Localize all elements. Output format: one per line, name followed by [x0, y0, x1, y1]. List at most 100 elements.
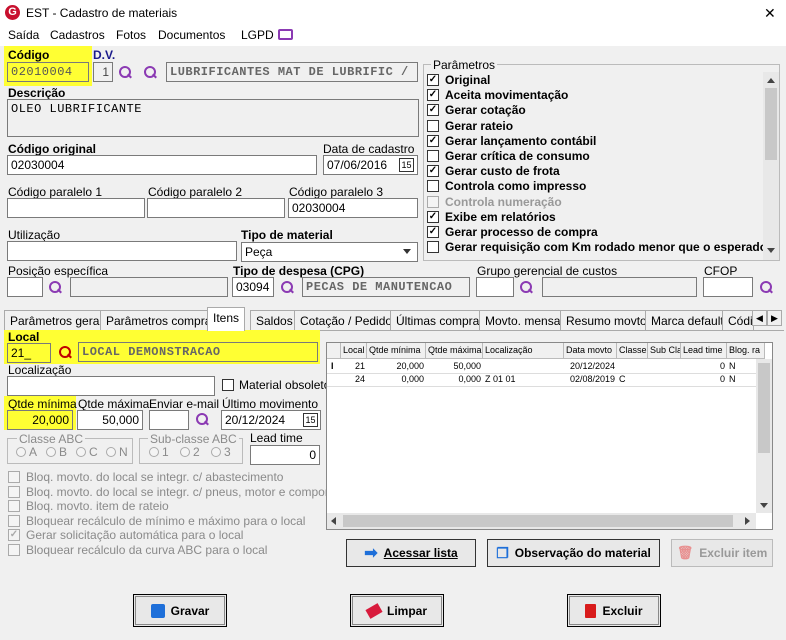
- subclasse-radio[interactable]: [180, 447, 190, 457]
- monitor-icon[interactable]: [278, 29, 293, 40]
- search-grupo-icon[interactable]: [144, 66, 157, 79]
- qtde-max-input[interactable]: 50,000: [77, 410, 143, 430]
- parametro-checkbox[interactable]: [427, 195, 439, 208]
- calendar-icon[interactable]: 15: [399, 158, 414, 172]
- tab-movto-mensal[interactable]: Movto. mensal: [479, 310, 570, 330]
- observacao-button[interactable]: ❐ Observação do material: [487, 539, 660, 567]
- menu-fotos[interactable]: Fotos: [116, 28, 146, 42]
- classe-radio[interactable]: [76, 447, 86, 457]
- codigo-original-input[interactable]: 02030004: [7, 155, 317, 175]
- tab-resumo-movto[interactable]: Resumo movto.: [560, 310, 657, 330]
- grid-column-header[interactable]: Data movto: [564, 343, 617, 359]
- search-email-icon[interactable]: [196, 413, 209, 426]
- menu-saida[interactable]: Saída: [8, 28, 39, 42]
- tab-parametros-gerais[interactable]: Parâmetros gerais: [4, 310, 115, 330]
- material-obsoleto-checkbox[interactable]: [222, 379, 234, 391]
- search-posicao-icon[interactable]: [49, 281, 62, 294]
- grid-scroll-left-icon[interactable]: [331, 517, 336, 525]
- grid-scroll-down-icon[interactable]: [760, 503, 768, 508]
- descricao-input[interactable]: OLEO LUBRIFICANTE: [7, 99, 419, 137]
- parametro-checkbox[interactable]: ✓: [427, 104, 439, 117]
- grupo-gerencial-input[interactable]: [476, 277, 514, 297]
- cod-paralelo1-input[interactable]: [7, 198, 145, 218]
- parametro-checkbox[interactable]: ✓: [427, 210, 439, 223]
- grid-column-header[interactable]: Lead time: [681, 343, 727, 359]
- search-local-icon[interactable]: [59, 346, 72, 359]
- tab-itens[interactable]: Itens: [207, 307, 246, 331]
- tab-scroll-right-icon[interactable]: ▶: [767, 310, 782, 326]
- search-cfop-icon[interactable]: [760, 281, 773, 294]
- tab-parametros-compras[interactable]: Parâmetros compras: [100, 310, 224, 330]
- lead-time-input[interactable]: 0: [250, 445, 320, 465]
- cfop-input[interactable]: [703, 277, 753, 297]
- close-icon[interactable]: ✕: [764, 5, 776, 22]
- tab-cotacao-pedido[interactable]: Cotação / Pedido: [294, 310, 399, 330]
- posicao-input[interactable]: [7, 277, 43, 297]
- parametro-checkbox[interactable]: [427, 119, 439, 132]
- cod-paralelo2-input[interactable]: [147, 198, 285, 218]
- tab-codigos[interactable]: Códi: [722, 310, 754, 330]
- parametro-checkbox[interactable]: [427, 241, 439, 254]
- qtde-min-input[interactable]: 20,000: [7, 410, 73, 430]
- tab-marca-default[interactable]: Marca default: [645, 310, 730, 330]
- parametro-checkbox[interactable]: ✓: [427, 89, 439, 102]
- parametro-checkbox[interactable]: ✓: [427, 74, 439, 86]
- grid-column-header[interactable]: Localização: [483, 343, 564, 359]
- tab-ultimas-compras[interactable]: Últimas compras: [390, 310, 492, 330]
- menu-cadastros[interactable]: Cadastros: [50, 28, 105, 42]
- parametro-checkbox[interactable]: ✓: [427, 226, 439, 238]
- search-icon[interactable]: [119, 66, 132, 79]
- tab-saldos[interactable]: Saldos: [250, 310, 299, 330]
- grid-column-header[interactable]: Sub Cla: [648, 343, 681, 359]
- parametro-checkbox[interactable]: ✓: [427, 134, 439, 147]
- itens-option-checkbox[interactable]: [8, 500, 20, 513]
- subclasse-radio[interactable]: [211, 447, 221, 457]
- tipo-despesa-code[interactable]: 03094: [232, 277, 274, 297]
- parametro-checkbox[interactable]: ✓: [427, 165, 439, 178]
- grid-column-header[interactable]: Local: [341, 343, 367, 359]
- classe-radio[interactable]: [16, 447, 26, 457]
- scroll-thumb[interactable]: [765, 88, 777, 160]
- search-grupo-gerencial-icon[interactable]: [520, 281, 533, 294]
- calendar-ultimo-icon[interactable]: 15: [303, 413, 318, 427]
- itens-option-checkbox[interactable]: ✓: [8, 529, 20, 542]
- locais-grid[interactable]: Local Qtde mínima Qtde máxima Localização Da…: [326, 342, 773, 530]
- grid-column-header[interactable]: Qtde máxima: [426, 343, 483, 359]
- itens-option-checkbox[interactable]: [8, 485, 20, 498]
- parametros-scrollbar[interactable]: [763, 72, 779, 260]
- localizacao-input[interactable]: [7, 376, 215, 396]
- grid-column-header[interactable]: Classe: [617, 343, 648, 359]
- grid-column-header[interactable]: Qtde mínima: [367, 343, 426, 359]
- cod-paralelo3-input[interactable]: 02030004: [288, 198, 418, 218]
- parametro-checkbox[interactable]: [427, 180, 439, 193]
- gravar-button[interactable]: Gravar: [133, 594, 227, 627]
- utilizacao-input[interactable]: [7, 241, 237, 261]
- grid-scroll-thumb[interactable]: [758, 363, 770, 453]
- menu-documentos[interactable]: Documentos: [158, 28, 225, 42]
- subclasse-radio[interactable]: [149, 447, 159, 457]
- itens-option-checkbox[interactable]: [8, 471, 20, 483]
- grid-hscroll-thumb[interactable]: [343, 515, 733, 527]
- itens-option-checkbox[interactable]: [8, 514, 20, 527]
- classe-radio[interactable]: [46, 447, 56, 457]
- excluir-item-button[interactable]: 🗑 Excluir item: [671, 539, 773, 567]
- grid-vscroll[interactable]: [756, 359, 772, 513]
- tipo-material-select[interactable]: Peça: [241, 242, 418, 262]
- tab-scroll-left-icon[interactable]: ◀: [752, 310, 767, 326]
- grid-column-header[interactable]: Blog. ra: [727, 343, 765, 359]
- itens-option-checkbox[interactable]: [8, 544, 20, 556]
- search-despesa-icon[interactable]: [281, 281, 294, 294]
- acessar-lista-button[interactable]: ➡ Acessar lista: [346, 539, 476, 567]
- excluir-button[interactable]: Excluir: [567, 594, 661, 627]
- parametro-checkbox[interactable]: [427, 150, 439, 162]
- codigo-input[interactable]: 02010004: [7, 62, 89, 82]
- chevron-down-icon[interactable]: [403, 249, 411, 254]
- enviar-email-input[interactable]: [149, 410, 189, 430]
- scroll-up-icon[interactable]: [767, 78, 775, 83]
- scroll-down-icon[interactable]: [767, 248, 775, 253]
- menu-lgpd[interactable]: LGPD: [241, 28, 274, 42]
- limpar-button[interactable]: Limpar: [350, 594, 444, 627]
- grid-hscroll[interactable]: [327, 513, 756, 529]
- local-input[interactable]: 21_: [7, 343, 51, 363]
- grid-scroll-right-icon[interactable]: [745, 517, 750, 525]
